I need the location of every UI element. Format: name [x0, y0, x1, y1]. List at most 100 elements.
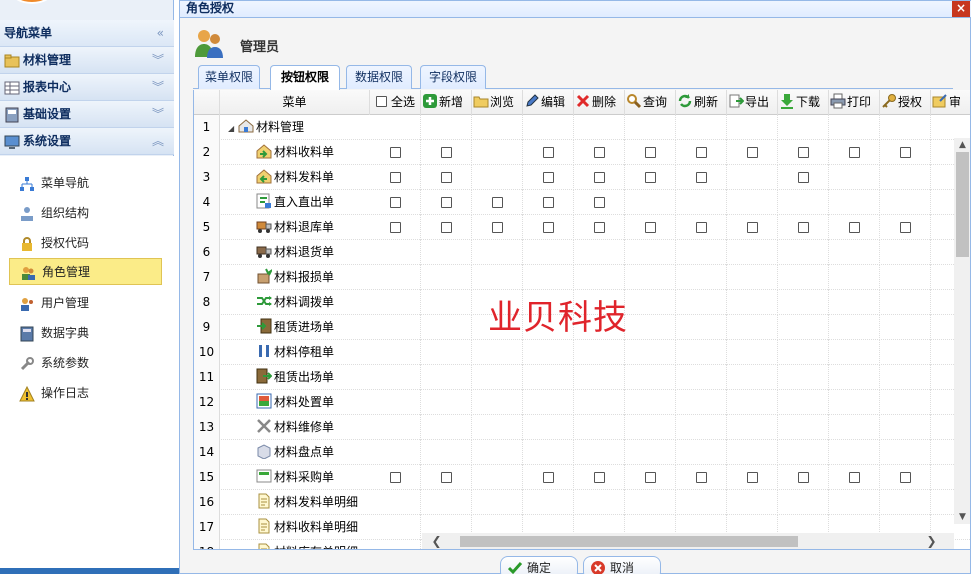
sidebar-item-auth-code[interactable]: 授权代码	[9, 230, 162, 257]
permission-checkbox[interactable]	[441, 172, 452, 183]
permission-checkbox[interactable]	[441, 222, 452, 233]
action-header-4[interactable]: 删除	[574, 90, 625, 115]
table-row[interactable]: 14 材料盘点单	[194, 440, 970, 465]
permission-checkbox[interactable]	[543, 222, 554, 233]
permission-checkbox[interactable]	[696, 472, 707, 483]
section-material-management[interactable]: 材料管理 ︾	[0, 47, 174, 74]
permission-checkbox[interactable]	[645, 222, 656, 233]
permission-checkbox[interactable]	[645, 472, 656, 483]
permission-checkbox[interactable]	[696, 222, 707, 233]
action-header-3[interactable]: 编辑	[523, 90, 574, 115]
permission-checkbox[interactable]	[798, 222, 809, 233]
section-report-center[interactable]: 报表中心 ︾	[0, 74, 174, 101]
sidebar-item-user-management[interactable]: 用户管理	[9, 290, 162, 317]
tab-data-permission[interactable]: 数据权限	[346, 65, 412, 89]
permission-checkbox[interactable]	[849, 222, 860, 233]
menu-name-cell[interactable]: 租赁出场单	[256, 365, 334, 390]
tree-collapse-icon[interactable]: ◢	[228, 116, 238, 141]
table-row[interactable]: 15 材料采购单	[194, 465, 970, 490]
menu-name-cell[interactable]: 材料盘点单	[256, 440, 334, 465]
action-header-2[interactable]: 浏览	[472, 90, 523, 115]
action-header-11[interactable]: 审	[931, 90, 970, 115]
permission-checkbox[interactable]	[543, 472, 554, 483]
permission-checkbox[interactable]	[696, 147, 707, 158]
select-all-checkbox[interactable]	[376, 96, 387, 107]
table-row[interactable]: 12 材料处置单	[194, 390, 970, 415]
permission-checkbox[interactable]	[594, 472, 605, 483]
permission-checkbox[interactable]	[594, 147, 605, 158]
horizontal-scrollbar[interactable]: ❮ ❯	[422, 533, 954, 549]
vertical-scroll-thumb[interactable]	[956, 152, 969, 257]
menu-name-cell[interactable]: 材料停租单	[256, 340, 334, 365]
menu-column-header[interactable]: 菜单	[220, 90, 370, 115]
table-row[interactable]: 16 材料发料单明细	[194, 490, 970, 515]
permission-checkbox[interactable]	[798, 472, 809, 483]
permission-checkbox[interactable]	[390, 472, 401, 483]
permission-checkbox[interactable]	[492, 222, 503, 233]
table-row[interactable]: 10 材料停租单	[194, 340, 970, 365]
tab-button-permission[interactable]: 按钮权限	[270, 65, 340, 90]
permission-checkbox[interactable]	[441, 472, 452, 483]
scroll-down-icon[interactable]: ▼	[954, 510, 970, 524]
sidebar-item-operation-log[interactable]: 操作日志	[9, 380, 162, 407]
permission-checkbox[interactable]	[645, 172, 656, 183]
sidebar-item-org-structure[interactable]: 组织结构	[9, 200, 162, 227]
scroll-up-icon[interactable]: ▲	[954, 138, 970, 152]
menu-name-cell[interactable]: 材料收料单明细	[256, 515, 358, 540]
permission-checkbox[interactable]	[900, 472, 911, 483]
action-header-10[interactable]: 授权	[880, 90, 931, 115]
table-row[interactable]: 3 材料发料单	[194, 165, 970, 190]
menu-name-cell[interactable]: 材料发料单	[256, 165, 334, 190]
permission-checkbox[interactable]	[747, 147, 758, 158]
table-row[interactable]: 4 直入直出单	[194, 190, 970, 215]
section-system-settings[interactable]: 系统设置 ︽	[0, 128, 174, 155]
horizontal-scroll-thumb[interactable]	[460, 536, 798, 547]
permission-checkbox[interactable]	[900, 147, 911, 158]
permission-checkbox[interactable]	[390, 172, 401, 183]
menu-name-cell[interactable]: 直入直出单	[256, 190, 334, 215]
table-row[interactable]: 5 材料退库单	[194, 215, 970, 240]
table-row[interactable]: 6 材料退货单	[194, 240, 970, 265]
menu-name-cell[interactable]: 材料收料单	[256, 140, 334, 165]
menu-name-cell[interactable]: 材料调拨单	[256, 290, 334, 315]
permission-checkbox[interactable]	[849, 147, 860, 158]
sidebar-item-data-dictionary[interactable]: 数据字典	[9, 320, 162, 347]
permission-checkbox[interactable]	[900, 222, 911, 233]
menu-name-cell[interactable]: 材料退货单	[256, 240, 334, 265]
action-header-9[interactable]: 打印	[829, 90, 880, 115]
ok-button[interactable]: 确定	[500, 556, 578, 574]
permission-checkbox[interactable]	[594, 197, 605, 208]
menu-name-cell[interactable]: 租赁进场单	[256, 315, 334, 340]
permission-checkbox[interactable]	[798, 172, 809, 183]
vertical-scrollbar[interactable]: ▲ ▼	[954, 138, 970, 524]
permission-checkbox[interactable]	[594, 172, 605, 183]
permission-checkbox[interactable]	[594, 222, 605, 233]
cancel-button[interactable]: 取消	[583, 556, 661, 574]
expand-chevron-icon[interactable]: ︾	[152, 101, 164, 128]
permission-checkbox[interactable]	[747, 472, 758, 483]
permission-checkbox[interactable]	[390, 197, 401, 208]
scroll-right-icon[interactable]: ❯	[923, 533, 940, 549]
menu-name-cell[interactable]: 材料退库单	[256, 215, 334, 240]
permission-checkbox[interactable]	[543, 197, 554, 208]
permission-checkbox[interactable]	[747, 222, 758, 233]
menu-name-cell[interactable]: 材料发料单明细	[256, 490, 358, 515]
action-header-1[interactable]: 新增	[421, 90, 472, 115]
permission-checkbox[interactable]	[645, 147, 656, 158]
table-row[interactable]: 13 材料维修单	[194, 415, 970, 440]
permission-checkbox[interactable]	[441, 197, 452, 208]
permission-checkbox[interactable]	[543, 172, 554, 183]
action-header-5[interactable]: 查询	[625, 90, 676, 115]
tab-menu-permission[interactable]: 菜单权限	[198, 65, 260, 89]
tab-field-permission[interactable]: 字段权限	[420, 65, 486, 89]
sidebar-item-menu-nav[interactable]: 菜单导航	[9, 170, 162, 197]
table-row[interactable]: 7 材料报损单	[194, 265, 970, 290]
permission-checkbox[interactable]	[441, 147, 452, 158]
table-row[interactable]: 1 ◢ 材料管理	[194, 115, 970, 141]
permission-checkbox[interactable]	[798, 147, 809, 158]
permission-checkbox[interactable]	[543, 147, 554, 158]
menu-name-cell[interactable]: 材料处置单	[256, 390, 334, 415]
expand-chevron-icon[interactable]: ︾	[152, 47, 164, 74]
action-header-8[interactable]: 下载	[778, 90, 829, 115]
permission-checkbox[interactable]	[696, 172, 707, 183]
